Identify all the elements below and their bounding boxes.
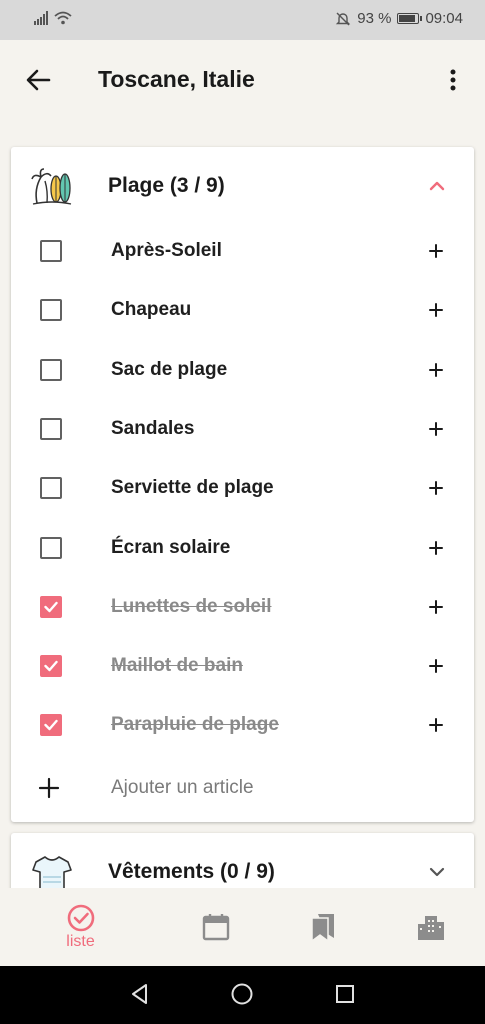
wifi-icon <box>54 11 72 25</box>
home-circle-icon[interactable] <box>230 982 254 1006</box>
back-arrow-icon[interactable] <box>22 64 54 96</box>
nav-tab-label: liste <box>66 933 95 950</box>
app-bar: Toscane, Italie <box>0 40 485 120</box>
increment-quantity-icon[interactable] <box>426 715 446 735</box>
add-icon <box>38 777 60 799</box>
checkbox-checked[interactable] <box>40 595 62 618</box>
nav-tab-bookmarks[interactable] <box>262 888 383 966</box>
item-label: Sac de plage <box>111 358 228 380</box>
status-bar: 93 % 09:04 <box>0 0 485 40</box>
battery-fill <box>399 15 416 22</box>
item-label: Serviette de plage <box>111 477 274 499</box>
page-title: Toscane, Italie <box>98 66 255 92</box>
status-left <box>34 11 72 25</box>
calendar-icon <box>202 914 229 941</box>
beach-palm-surfboard-icon <box>31 168 72 205</box>
item-label: Chapeau <box>111 299 192 321</box>
checkbox[interactable] <box>40 536 62 559</box>
checkbox[interactable] <box>40 299 62 322</box>
recents-square-icon[interactable] <box>333 982 357 1006</box>
city-icon <box>417 916 444 940</box>
add-item-button[interactable]: Ajouter un article <box>11 757 474 817</box>
check-icon <box>44 720 58 731</box>
bookmarks-icon <box>310 914 334 942</box>
item-label: Lunettes de soleil <box>111 595 272 617</box>
add-item-label: Ajouter un article <box>111 777 254 798</box>
increment-quantity-icon[interactable] <box>426 300 446 320</box>
list-item: Serviette de plage <box>11 459 474 518</box>
item-label: Parapluie de plage <box>111 714 279 736</box>
tshirt-icon <box>32 856 72 891</box>
checkbox-checked[interactable] <box>40 714 62 737</box>
increment-quantity-icon[interactable] <box>426 478 446 498</box>
category-title: Plage (3 / 9) <box>108 174 225 197</box>
list-item: Après-Soleil <box>11 222 474 281</box>
chevron-up-icon[interactable] <box>428 177 446 195</box>
item-label: Maillot de bain <box>111 655 243 677</box>
list-item: Sac de plage <box>11 341 474 400</box>
status-right: 93 % 09:04 <box>335 10 463 27</box>
item-label: Sandales <box>111 417 195 439</box>
category-header[interactable]: Plage (3 / 9) <box>11 147 474 227</box>
checkbox-checked[interactable] <box>40 655 62 678</box>
check-icon <box>44 601 58 612</box>
checkbox[interactable] <box>40 240 62 262</box>
increment-quantity-icon[interactable] <box>426 597 446 617</box>
bell-off-icon <box>336 12 351 25</box>
checkbox[interactable] <box>40 358 62 381</box>
back-triangle-icon[interactable] <box>128 982 152 1006</box>
more-vert-icon[interactable] <box>441 64 465 96</box>
check-icon <box>44 660 58 672</box>
check-circle-icon <box>67 904 94 932</box>
category-title: Vêtements (0 / 9) <box>108 860 275 883</box>
bottom-navigation: liste <box>0 888 485 966</box>
list-item: Maillot de bain <box>11 637 474 696</box>
increment-quantity-icon[interactable] <box>426 419 446 439</box>
category-card-plage: Plage (3 / 9) Après-Soleil Chapeau Sac de … <box>11 147 474 822</box>
increment-quantity-icon[interactable] <box>426 241 446 261</box>
battery-icon <box>397 13 423 24</box>
item-label: Écran solaire <box>111 536 231 558</box>
list-item: Sandales <box>11 400 474 459</box>
list-item: Parapluie de plage <box>11 696 474 755</box>
increment-quantity-icon[interactable] <box>426 656 446 676</box>
item-label: Après-Soleil <box>111 240 222 261</box>
chevron-down-icon[interactable] <box>428 863 446 881</box>
checkbox[interactable] <box>40 417 62 440</box>
signal-icon <box>34 11 48 25</box>
nav-tab-city[interactable] <box>370 888 485 966</box>
list-item: Lunettes de soleil <box>11 578 474 637</box>
increment-quantity-icon[interactable] <box>426 360 446 380</box>
increment-quantity-icon[interactable] <box>426 538 446 558</box>
list-item: Chapeau <box>11 281 474 340</box>
clock: 09:04 <box>425 10 463 27</box>
list-item: Écran solaire <box>11 519 474 578</box>
system-navigation-bar <box>0 966 485 1024</box>
battery-percent: 93 % <box>357 10 392 27</box>
nav-tab-calendar[interactable] <box>155 888 276 966</box>
checkbox[interactable] <box>40 477 62 500</box>
nav-tab-list[interactable]: liste <box>20 888 141 966</box>
